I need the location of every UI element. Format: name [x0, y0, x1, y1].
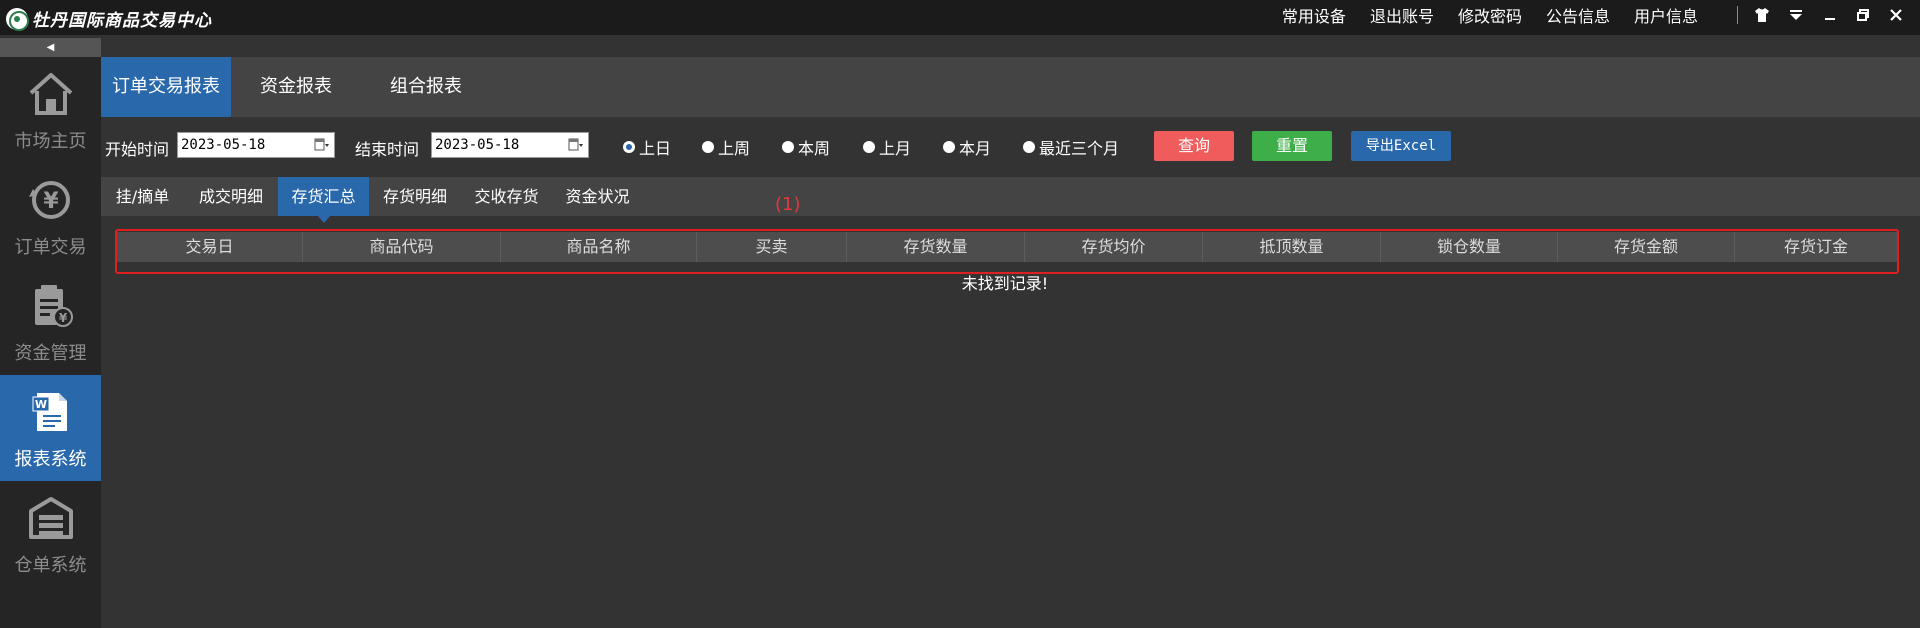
export-excel-button[interactable]: 导出Excel — [1351, 131, 1451, 161]
radio-button[interactable] — [943, 141, 955, 153]
logo-icon — [6, 7, 29, 31]
sidebar-label: 订单交易 — [14, 237, 87, 258]
end-date-input[interactable]: 2023-05-18 — [431, 132, 589, 158]
start-time-label: 开始时间 — [105, 140, 170, 159]
word-document-icon: W — [32, 393, 67, 431]
tab-inventory-summary[interactable]: 存货汇总 — [278, 177, 369, 223]
radio-label: 上日 — [639, 139, 672, 158]
radio-last-week[interactable]: 上周 — [702, 135, 750, 159]
column-header[interactable]: 商品名称 — [501, 232, 697, 262]
column-header[interactable]: 存货订金 — [1735, 232, 1897, 262]
radio-last-month[interactable]: 上月 — [863, 135, 911, 159]
radio-this-week[interactable]: 本周 — [782, 135, 830, 159]
column-header[interactable]: 锁仓数量 — [1381, 232, 1558, 262]
end-time-label: 结束时间 — [355, 140, 420, 159]
dropdown-menu-icon[interactable] — [1786, 5, 1806, 25]
close-icon[interactable] — [1886, 5, 1906, 25]
tab-combination-report[interactable]: 组合报表 — [361, 57, 491, 117]
sidebar-item-order-trading[interactable]: ¥ 订单交易 — [0, 163, 101, 269]
svg-text:¥: ¥ — [58, 311, 67, 325]
tab-fund-report[interactable]: 资金报表 — [231, 57, 361, 117]
restore-icon[interactable] — [1853, 5, 1873, 25]
end-date-value: 2023-05-18 — [435, 137, 520, 153]
calendar-dropdown-icon[interactable] — [314, 138, 330, 152]
radio-button[interactable] — [702, 141, 714, 153]
column-header[interactable]: 存货均价 — [1025, 232, 1203, 262]
menu-common-devices[interactable]: 常用设备 — [1282, 3, 1346, 27]
sidebar-label: 市场主页 — [14, 131, 87, 152]
sidebar-item-report-system[interactable]: W 报表系统 — [0, 375, 101, 481]
warehouse-icon — [28, 497, 73, 539]
radio-label: 上月 — [879, 139, 912, 158]
tab-delivery-inventory[interactable]: 交收存货 — [461, 177, 552, 216]
column-header[interactable]: 抵顶数量 — [1203, 232, 1381, 262]
radio-button[interactable] — [863, 141, 875, 153]
radio-label: 最近三个月 — [1039, 139, 1120, 158]
tab-order-trading-report[interactable]: 订单交易报表 — [101, 57, 231, 117]
start-date-input[interactable]: 2023-05-18 — [177, 132, 335, 158]
sidebar-item-warehouse-system[interactable]: 仓单系统 — [0, 481, 101, 587]
radio-last-three-months[interactable]: 最近三个月 — [1023, 135, 1119, 159]
tab-pending-orders[interactable]: 挂/摘单 — [101, 177, 184, 216]
menu-logout[interactable]: 退出账号 — [1370, 3, 1434, 27]
sidebar-item-market-home[interactable]: 市场主页 — [0, 57, 101, 163]
filter-bar: 开始时间 2023-05-18 结束时间 2023-05-18 上日 上周 本周… — [101, 117, 1920, 177]
tab-deal-details[interactable]: 成交明细 — [184, 177, 278, 216]
svg-text:¥: ¥ — [43, 189, 59, 214]
sidebar: 市场主页 ¥ 订单交易 ¥ 资金管理 W 报表系统 仓单系统 — [0, 57, 101, 628]
home-icon — [29, 73, 72, 115]
sidebar-label: 仓单系统 — [14, 555, 87, 576]
app-logo: 牡丹国际商品交易中心 — [6, 6, 212, 31]
calendar-dropdown-icon[interactable] — [568, 138, 584, 152]
tab-inventory-details[interactable]: 存货明细 — [369, 177, 461, 216]
reset-button[interactable]: 重置 — [1252, 131, 1332, 161]
radio-label: 本月 — [959, 139, 992, 158]
table-header: 交易日 商品代码 商品名称 买卖 存货数量 存货均价 抵顶数量 锁仓数量 存货金… — [117, 232, 1897, 262]
svg-text:W: W — [34, 398, 46, 411]
menu-divider — [1737, 6, 1738, 24]
title-bar: 牡丹国际商品交易中心 常用设备 退出账号 修改密码 公告信息 用户信息 — [0, 0, 1920, 35]
start-date-value: 2023-05-18 — [181, 137, 266, 153]
radio-last-day[interactable]: 上日 — [623, 135, 671, 159]
empty-table-message: 未找到记录! — [961, 274, 1049, 293]
radio-button[interactable] — [782, 141, 794, 153]
sidebar-label: 资金管理 — [14, 343, 87, 364]
query-button[interactable]: 查询 — [1154, 131, 1234, 161]
column-header[interactable]: 交易日 — [117, 232, 303, 262]
radio-label: 上周 — [718, 139, 751, 158]
sidebar-label: 报表系统 — [14, 449, 87, 470]
top-menu: 常用设备 退出账号 修改密码 公告信息 用户信息 — [1258, 0, 1698, 30]
column-header[interactable]: 商品代码 — [303, 232, 501, 262]
menu-user-info[interactable]: 用户信息 — [1634, 3, 1698, 27]
radio-button-checked[interactable] — [623, 141, 635, 153]
menu-announcements[interactable]: 公告信息 — [1546, 3, 1610, 27]
radio-this-month[interactable]: 本月 — [943, 135, 991, 159]
tab-fund-status[interactable]: 资金状况 — [552, 177, 643, 216]
column-header[interactable]: 买卖 — [697, 232, 847, 262]
radio-button[interactable] — [1023, 141, 1035, 153]
menu-change-password[interactable]: 修改密码 — [1458, 3, 1522, 27]
skin-icon[interactable] — [1752, 5, 1772, 25]
yen-coin-icon: ¥ — [28, 181, 70, 219]
sub-tabs: 挂/摘单 成交明细 存货汇总 存货明细 交收存货 资金状况 — [101, 177, 1920, 223]
minimize-icon[interactable] — [1820, 5, 1840, 25]
radio-label: 本周 — [798, 139, 831, 158]
report-tabs: 订单交易报表 资金报表 组合报表 — [101, 57, 1920, 117]
annotation-label: (1) — [775, 194, 801, 215]
sidebar-collapse-button[interactable]: ◀ — [0, 38, 101, 57]
column-header[interactable]: 存货数量 — [847, 232, 1025, 262]
column-header[interactable]: 存货金额 — [1558, 232, 1735, 262]
app-title: 牡丹国际商品交易中心 — [32, 11, 212, 31]
